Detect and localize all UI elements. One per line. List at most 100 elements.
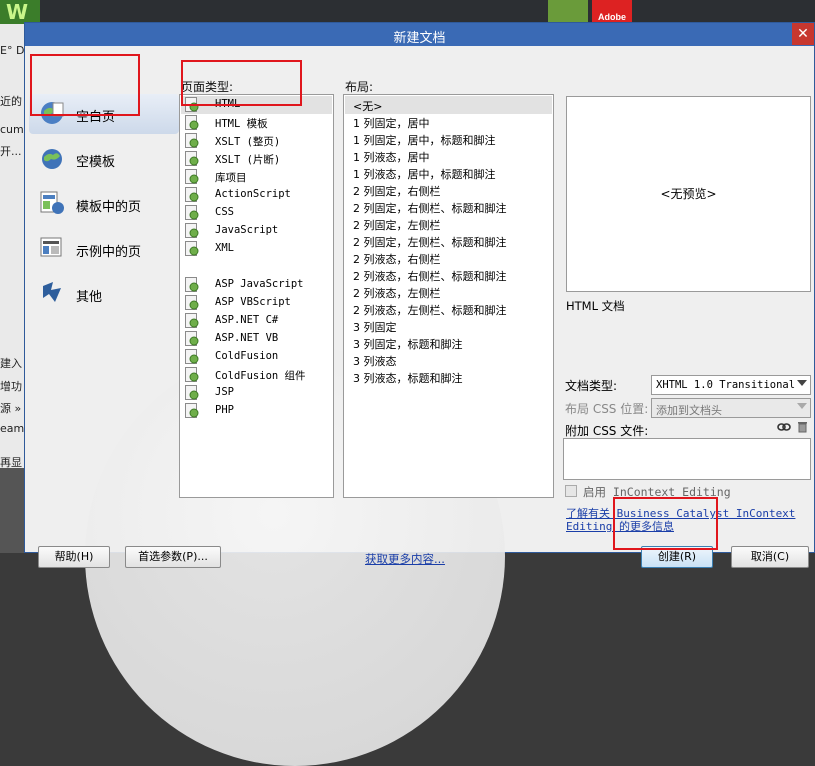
chevron-down-icon	[797, 403, 807, 409]
layout-item[interactable]: 2 列固定，右侧栏、标题和脚注	[345, 198, 552, 216]
layout-item[interactable]: 2 列固定，左侧栏	[345, 215, 552, 233]
background-logo-accent	[548, 0, 588, 24]
layout-item[interactable]: 2 列液态，左侧栏、标题和脚注	[345, 300, 552, 318]
background-snippet: E° D	[0, 44, 24, 57]
page-type-item[interactable]: XML	[181, 240, 332, 258]
layout-item[interactable]: 3 列液态，标题和脚注	[345, 368, 552, 386]
page-type-label: ASP.NET C#	[215, 314, 279, 326]
page-type-item[interactable]: JSP	[181, 384, 332, 402]
file-type-icon	[185, 313, 199, 328]
doctype-value: XHTML 1.0 Transitional	[656, 379, 796, 391]
page-type-item[interactable]: ColdFusion 组件	[181, 366, 332, 384]
layout-label: 1 列固定，居中	[353, 117, 430, 130]
layout-item[interactable]: 2 列固定，右侧栏	[345, 181, 552, 199]
layout-label: 2 列固定，右侧栏、标题和脚注	[353, 202, 507, 215]
incontext-checkbox	[565, 485, 577, 497]
page-type-item[interactable]: ActionScript	[181, 186, 332, 204]
layout-item[interactable]: 3 列固定，标题和脚注	[345, 334, 552, 352]
page-type-list[interactable]: HTML HTML 模板 XSLT (整页) XSLT (片断) 库项目 ActionSc…	[179, 94, 334, 498]
page-type-item[interactable]: ASP.NET VB	[181, 330, 332, 348]
page-type-item[interactable]: ASP.NET C#	[181, 312, 332, 330]
background-snippet: 近的	[0, 95, 22, 108]
file-type-icon	[185, 277, 199, 292]
layout-label: 3 列液态，标题和脚注	[353, 372, 463, 385]
help-button[interactable]: 帮助(H)	[38, 546, 110, 568]
page-type-item[interactable]: XSLT (片断)	[181, 150, 332, 168]
page-from-sample-icon	[40, 237, 62, 257]
category-label: 其他	[76, 290, 103, 305]
file-type-icon	[185, 349, 199, 364]
layout-list[interactable]: <无> 1 列固定，居中 1 列固定，居中，标题和脚注 1 列液态，居中 1 列液态，居…	[343, 94, 554, 498]
layout-label: 2 列液态，左侧栏、标题和脚注	[353, 304, 507, 317]
layout-label: 2 列固定，左侧栏	[353, 219, 441, 232]
close-button[interactable]: ✕	[792, 23, 814, 45]
layout-item[interactable]: 1 列液态，居中，标题和脚注	[345, 164, 552, 182]
page-type-item[interactable]: ColdFusion	[181, 348, 332, 366]
category-label: 示例中的页	[76, 245, 142, 260]
file-type-icon	[185, 241, 199, 256]
annotation-html	[181, 60, 302, 106]
page-type-label: ActionScript	[215, 188, 291, 200]
category-page-from-template[interactable]: 模板中的页	[29, 184, 179, 224]
page-type-label: ASP.NET VB	[215, 332, 279, 344]
background-snippet: 源 »	[0, 402, 22, 415]
css-file-list[interactable]	[563, 438, 811, 480]
layout-item[interactable]: 3 列液态	[345, 351, 552, 369]
layout-item[interactable]: 2 列液态，右侧栏、标题和脚注	[345, 266, 552, 284]
page-type-item[interactable]: CSS	[181, 204, 332, 222]
page-type-item[interactable]: XSLT (整页)	[181, 132, 332, 150]
layout-item[interactable]: 3 列固定	[345, 317, 552, 335]
layout-item[interactable]: 2 列固定，左侧栏、标题和脚注	[345, 232, 552, 250]
background-snippet: eamv	[0, 422, 24, 435]
page-type-label: ColdFusion	[215, 350, 279, 362]
layout-item[interactable]: <无>	[345, 96, 552, 114]
background-snippet: 增功	[0, 380, 22, 393]
preferences-button[interactable]: 首选参数(P)...	[125, 546, 221, 568]
annotation-blank-page	[30, 54, 140, 116]
layout-label: 2 列固定，左侧栏、标题和脚注	[353, 236, 507, 249]
layout-item[interactable]: 2 列液态，左侧栏	[345, 283, 552, 301]
file-type-icon	[185, 331, 199, 346]
category-other[interactable]: 其他	[29, 274, 179, 314]
background-snippet: 开...	[0, 145, 22, 158]
page-type-item[interactable]: 库项目	[181, 168, 332, 186]
doctype-select[interactable]: XHTML 1.0 Transitional	[651, 375, 811, 395]
page-type-item[interactable]: ASP VBScript	[181, 294, 332, 312]
page-type-item[interactable]: ASP JavaScript	[181, 276, 332, 294]
layout-label: 2 列液态，右侧栏、标题和脚注	[353, 270, 507, 283]
trash-icon[interactable]	[797, 420, 808, 433]
layout-item[interactable]: 2 列液态，右侧栏	[345, 249, 552, 267]
file-type-icon	[185, 169, 199, 184]
page-type-label: CSS	[215, 206, 234, 218]
category-page-from-sample[interactable]: 示例中的页	[29, 229, 179, 269]
layout-item[interactable]: 1 列固定，居中，标题和脚注	[345, 130, 552, 148]
cancel-button[interactable]: 取消(C)	[731, 546, 809, 568]
category-blank-template[interactable]: 空模板	[29, 139, 179, 179]
layout-item[interactable]: 1 列固定，居中	[345, 113, 552, 131]
background-snippet: 建入	[0, 357, 22, 370]
page-type-item[interactable]: PHP	[181, 402, 332, 420]
page-type-item[interactable]: JavaScript	[181, 222, 332, 240]
page-type-label: XSLT (整页)	[215, 136, 281, 148]
layout-item[interactable]: 1 列液态，居中	[345, 147, 552, 165]
page-type-label: ASP VBScript	[215, 296, 291, 308]
blank-template-icon	[42, 149, 62, 169]
background-snippet: cume	[0, 123, 24, 136]
page-type-label: JSP	[215, 386, 234, 398]
link-icon[interactable]	[777, 422, 791, 432]
doctype-label: 文档类型:	[565, 379, 618, 393]
other-icon	[43, 282, 61, 302]
page-type-label: XSLT (片断)	[215, 154, 281, 166]
preview-placeholder: <无预览>	[660, 187, 717, 201]
layout-label: 3 列固定，标题和脚注	[353, 338, 463, 351]
file-type-icon	[185, 151, 199, 166]
preview-panel: <无预览>	[566, 96, 811, 292]
layout-label: 2 列固定，右侧栏	[353, 185, 441, 198]
page-from-template-icon	[40, 191, 64, 214]
dialog-titlebar[interactable]: 新建文档 ✕	[25, 23, 814, 46]
page-type-label: XML	[215, 242, 234, 254]
get-more-content-link[interactable]: 获取更多内容...	[365, 551, 445, 567]
file-type-icon	[185, 385, 199, 400]
attach-css-label: 附加 CSS 文件:	[565, 424, 649, 438]
page-type-item[interactable]: HTML 模板	[181, 114, 332, 132]
